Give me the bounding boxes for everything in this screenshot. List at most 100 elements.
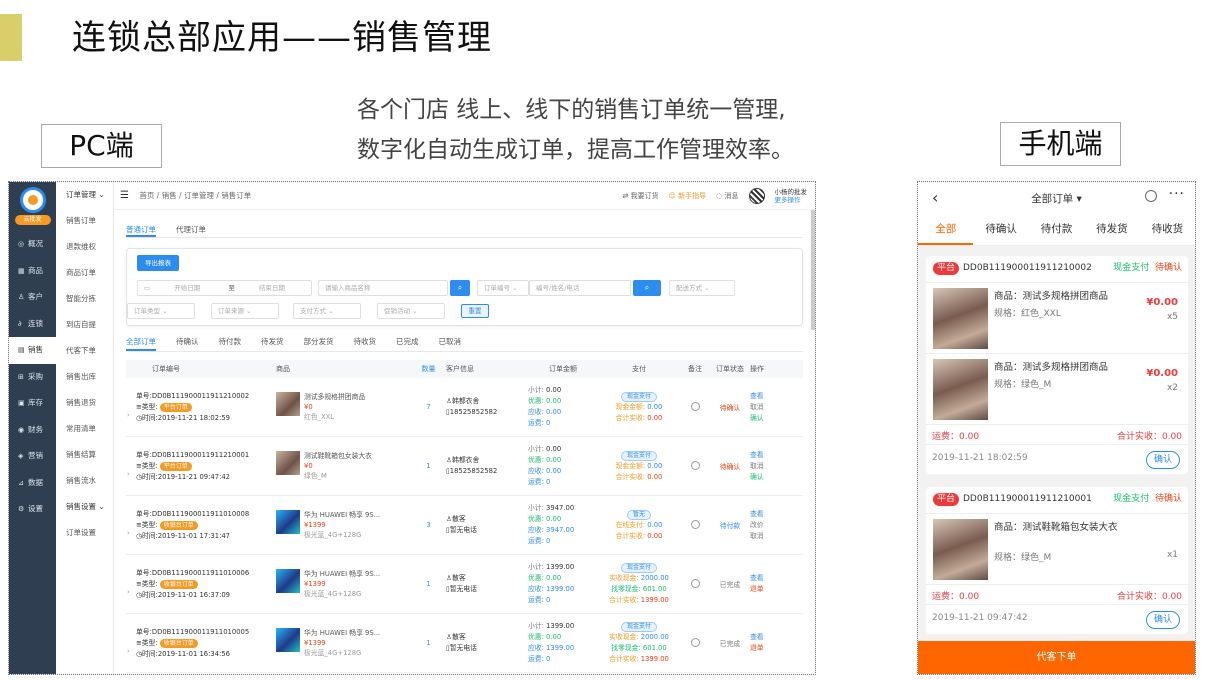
- payment-cell: 暂无 在线支付: 0.00 合计实收: 0.00: [615, 509, 663, 540]
- row-action-link[interactable]: 取消: [750, 461, 780, 472]
- subnav-group-sales-settings[interactable]: 销售设置 ⌄: [56, 494, 113, 520]
- product-search-input[interactable]: 请输入商品名称: [318, 280, 448, 296]
- nav-item-customers[interactable]: ♙ 客户: [9, 284, 56, 311]
- row-action-link[interactable]: 退单: [750, 643, 780, 654]
- menu-icon[interactable]: ☰: [120, 190, 129, 201]
- memo-icon[interactable]: [690, 401, 700, 411]
- row-action-link[interactable]: 取消: [750, 531, 780, 542]
- row-action-link[interactable]: 改价: [750, 520, 780, 531]
- message-link[interactable]: ◌ 消息: [716, 191, 738, 201]
- keyword-input[interactable]: 编号/姓名/电话: [529, 280, 631, 296]
- payment-select[interactable]: 支付方式 ⌄: [293, 303, 361, 319]
- memo-icon[interactable]: [690, 578, 700, 588]
- expand-chevron-icon[interactable]: ›: [127, 411, 130, 419]
- row-action-link[interactable]: 查看: [750, 450, 780, 461]
- subnav-item[interactable]: 销售退货: [56, 390, 113, 416]
- expand-chevron-icon[interactable]: ›: [127, 588, 130, 596]
- date-range-input[interactable]: ▭ 开始日期 至 结束日期: [137, 280, 312, 296]
- nav-item-inventory[interactable]: ▣ 库存: [9, 390, 56, 417]
- subnav-item[interactable]: 销售流水: [56, 468, 113, 494]
- subnav-item[interactable]: 到店自提: [56, 312, 113, 338]
- row-action-link[interactable]: 退单: [750, 584, 780, 595]
- row-action-link[interactable]: 查看: [750, 509, 780, 520]
- product-search-button[interactable]: ⌕: [450, 280, 470, 296]
- status-tab[interactable]: 待确认: [176, 336, 199, 351]
- nav-item-sales[interactable]: ▤ 销售: [9, 337, 56, 364]
- mobile-tab[interactable]: 待收货: [1140, 214, 1195, 245]
- nav-item-finance[interactable]: ◉ 财务: [9, 417, 56, 444]
- status-tab[interactable]: 待发货: [261, 336, 284, 351]
- memo-icon[interactable]: [690, 519, 700, 529]
- order-tip-link[interactable]: ⇄ 我要订货: [623, 191, 659, 201]
- tab-normal-orders[interactable]: 普通订单: [126, 218, 156, 237]
- nav-item-data[interactable]: ⊿ 数据: [9, 470, 56, 497]
- breadcrumb-item[interactable]: 订单管理: [184, 191, 214, 200]
- promotion-select[interactable]: 促销活动 ⌄: [377, 303, 445, 319]
- status-cell: 待付款: [719, 522, 741, 530]
- status-tab[interactable]: 全部订单: [126, 336, 156, 351]
- row-action-link[interactable]: 确认: [750, 472, 780, 483]
- more-icon[interactable]: ···: [1169, 186, 1185, 202]
- user-icon: ♙: [18, 293, 25, 301]
- nav-item-marketing[interactable]: ◈ 营销: [9, 443, 56, 470]
- subnav-item[interactable]: 退款维权: [56, 234, 113, 260]
- avatar[interactable]: [748, 188, 765, 204]
- mobile-tab[interactable]: 待确认: [973, 214, 1028, 245]
- place-order-button[interactable]: 代客下单: [918, 641, 1195, 674]
- mobile-tab[interactable]: 待发货: [1084, 214, 1139, 245]
- search-icon[interactable]: [1145, 190, 1157, 202]
- order-number-cell: › 单号:DD0B111900011911210002 ≡类型: 平台订单 ◷时间:2…: [127, 391, 250, 422]
- subnav-item[interactable]: 销售出库: [56, 364, 113, 390]
- keyword-search-button[interactable]: ⌕: [633, 280, 661, 296]
- scrollbar[interactable]: [811, 210, 815, 330]
- user-menu[interactable]: 小杨的批发 更多操作: [775, 188, 808, 204]
- guide-link[interactable]: ☺ 新手指导: [669, 191, 707, 201]
- row-action-link[interactable]: 查看: [750, 632, 780, 643]
- subnav-item[interactable]: 代客下单: [56, 338, 113, 364]
- confirm-button[interactable]: 确认: [1146, 611, 1180, 629]
- export-button[interactable]: 导出报表: [137, 255, 179, 271]
- order-source-select[interactable]: 订单来源 ⌄: [211, 303, 279, 319]
- row-action-link[interactable]: 查看: [750, 391, 780, 402]
- order-type-select[interactable]: 订单类型 ⌄: [127, 303, 195, 319]
- memo-icon[interactable]: [690, 460, 700, 470]
- subnav-item[interactable]: 常用清单: [56, 416, 113, 442]
- nav-item-products[interactable]: ▦ 商品: [9, 258, 56, 285]
- status-tab[interactable]: 部分发货: [304, 336, 334, 351]
- nav-item-overview[interactable]: ◎ 概况: [9, 231, 56, 258]
- subnav-item[interactable]: 智能分拣: [56, 286, 113, 312]
- actions-cell: 查看 取消 确认: [750, 391, 780, 424]
- mobile-tab[interactable]: 待付款: [1029, 214, 1084, 245]
- status-tab[interactable]: 待付款: [219, 336, 242, 351]
- status-tab[interactable]: 已取消: [439, 336, 462, 351]
- delivery-select[interactable]: 配送方式 ⌄: [669, 280, 735, 296]
- row-action-link[interactable]: 查看: [750, 573, 780, 584]
- reset-button[interactable]: 重置: [461, 304, 489, 318]
- confirm-button[interactable]: 确认: [1146, 451, 1180, 469]
- order-no-select[interactable]: 订单编号 ⌄: [477, 280, 529, 296]
- payment-cell: 现金支付 实收现金: 2000.00 找零现金: 601.00 合计实收: 1399.…: [609, 563, 669, 604]
- status-tab[interactable]: 待收货: [354, 336, 377, 351]
- breadcrumb-item[interactable]: 首页: [139, 191, 154, 200]
- expand-chevron-icon[interactable]: ›: [127, 470, 130, 478]
- tab-agent-orders[interactable]: 代理订单: [176, 218, 206, 237]
- subnav-group-order-management[interactable]: 订单管理 ⌄: [56, 182, 113, 208]
- mobile-status-tabs: 全部 待确认 待付款 待发货 待收货: [918, 214, 1195, 246]
- expand-chevron-icon[interactable]: ›: [127, 529, 130, 537]
- mobile-tab[interactable]: 全部: [918, 214, 974, 245]
- mobile-order-card[interactable]: 平台 DD0B111900011911210001 现金支付 待确认 商品：测试…: [926, 487, 1188, 634]
- nav-item-purchase[interactable]: ⊞ 采购: [9, 364, 56, 391]
- subnav-item[interactable]: 销售订单: [56, 208, 113, 234]
- mobile-order-card[interactable]: 平台 DD0B111900011911210002 现金支付 待确认 商品：测试…: [926, 256, 1188, 474]
- status-tab[interactable]: 已完成: [396, 336, 419, 351]
- subnav-item[interactable]: 销售结算: [56, 442, 113, 468]
- subnav-item[interactable]: 订单设置: [56, 520, 113, 546]
- nav-item-settings[interactable]: ⚙ 设置: [9, 496, 56, 523]
- subnav-item[interactable]: 商品订单: [56, 260, 113, 286]
- memo-icon[interactable]: [690, 637, 700, 647]
- expand-chevron-icon[interactable]: ›: [127, 647, 130, 655]
- row-action-link[interactable]: 取消: [750, 402, 780, 413]
- breadcrumb-item[interactable]: 销售: [162, 191, 177, 200]
- row-action-link[interactable]: 确认: [750, 413, 780, 424]
- nav-item-chain[interactable]: ∂ 连锁: [9, 311, 56, 338]
